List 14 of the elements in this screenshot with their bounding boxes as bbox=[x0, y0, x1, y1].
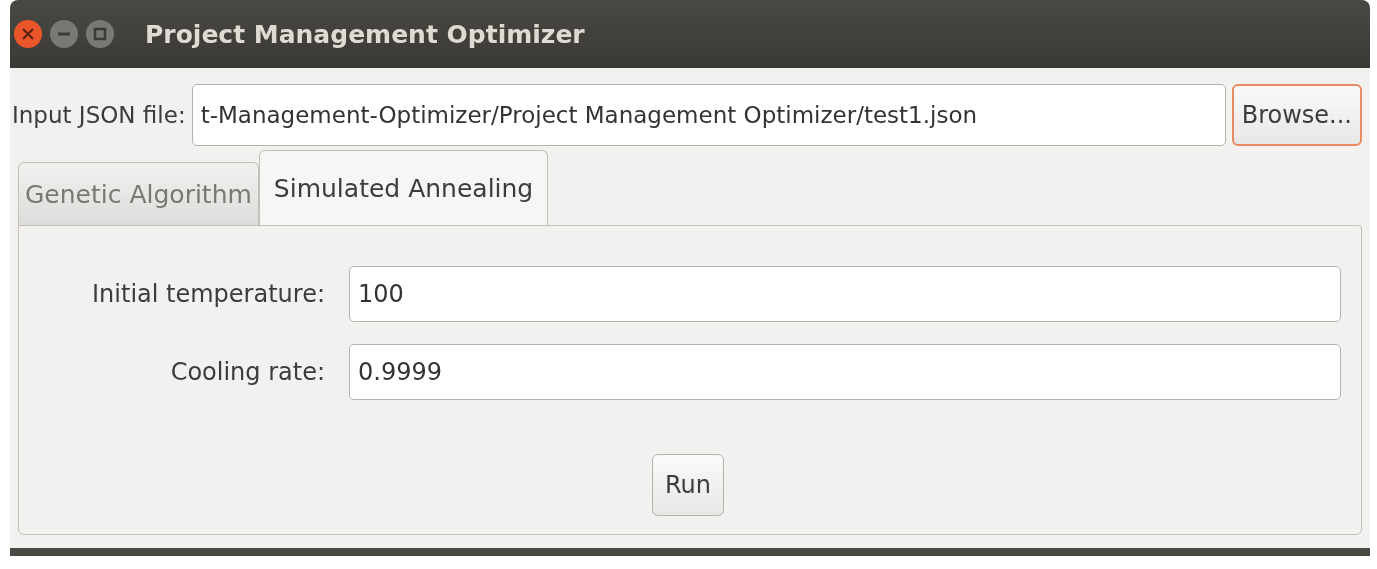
run-button[interactable]: Run bbox=[652, 454, 724, 516]
field-label: Initial temperature: bbox=[91, 280, 325, 308]
tab[interactable]: Simulated Annealing bbox=[258, 150, 549, 225]
file-label: Input JSON file: bbox=[12, 102, 186, 128]
input-field[interactable]: 0.9999 bbox=[349, 344, 1341, 400]
window-title: Project Management Optimizer bbox=[145, 19, 585, 49]
close-icon[interactable] bbox=[13, 19, 43, 49]
file-path-field[interactable]: t-Management-Optimizer/Project Management Optimizer/test1.json bbox=[191, 84, 1226, 146]
field-label: Cooling rate: bbox=[169, 358, 325, 386]
minimize-icon[interactable] bbox=[49, 19, 79, 49]
tab[interactable]: Genetic Algorithm bbox=[18, 162, 259, 225]
input-field[interactable]: 100 bbox=[349, 266, 1341, 322]
browse-button[interactable]: Browse... bbox=[1231, 84, 1362, 146]
maximize-icon[interactable] bbox=[85, 19, 115, 49]
